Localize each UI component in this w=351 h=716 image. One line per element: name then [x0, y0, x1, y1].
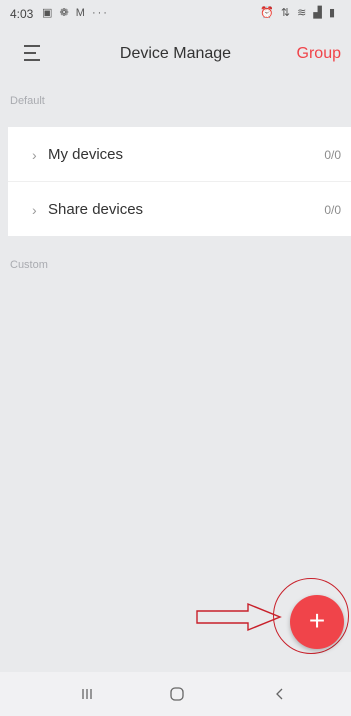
mail-icon: M [75, 7, 87, 19]
battery-icon: ▮ [328, 7, 337, 19]
plus-icon: + [308, 605, 326, 636]
status-time: 4:03 [10, 7, 34, 21]
chevron-right-icon: › [32, 147, 37, 163]
list-item-my-devices[interactable]: › My devices 0/0 [8, 127, 351, 182]
settings-icon: ❁ [59, 7, 71, 19]
image-icon: ▣ [42, 7, 55, 19]
annotation-arrow-icon [196, 602, 282, 632]
alarm-icon: ⏰ [260, 7, 276, 19]
chevron-right-icon: › [32, 202, 37, 218]
section-label-custom: Custom [10, 259, 48, 271]
status-right-icons: ⏰ ⇅ ≋ ▟ ▮ [260, 6, 337, 19]
list-item-label: Share devices [48, 201, 144, 218]
list-item-label: My devices [48, 146, 124, 163]
status-bar: 4:03 ▣ ❁ M ··· ⏰ ⇅ ≋ ▟ ▮ [0, 0, 351, 26]
home-icon[interactable] [147, 672, 207, 716]
add-device-button[interactable]: + [290, 595, 344, 649]
device-list: › My devices 0/0 › Share devices 0/0 [8, 127, 351, 236]
system-nav-bar [0, 672, 351, 716]
network-icon: ⇅ [280, 7, 293, 19]
back-icon[interactable] [250, 672, 310, 716]
signal-icon: ▟ [313, 7, 324, 19]
list-item-count: 0/0 [324, 148, 341, 162]
recents-icon[interactable] [57, 672, 117, 716]
group-button[interactable]: Group [297, 45, 341, 63]
wifi-icon: ≋ [297, 7, 309, 19]
app-bar: Device Manage Group [0, 30, 351, 76]
list-item-count: 0/0 [324, 203, 341, 217]
more-dots-icon: ··· [91, 7, 109, 19]
section-label-default: Default [10, 95, 45, 107]
list-item-share-devices[interactable]: › Share devices 0/0 [8, 182, 351, 236]
status-left-icons: ▣ ❁ M ··· [42, 6, 109, 19]
